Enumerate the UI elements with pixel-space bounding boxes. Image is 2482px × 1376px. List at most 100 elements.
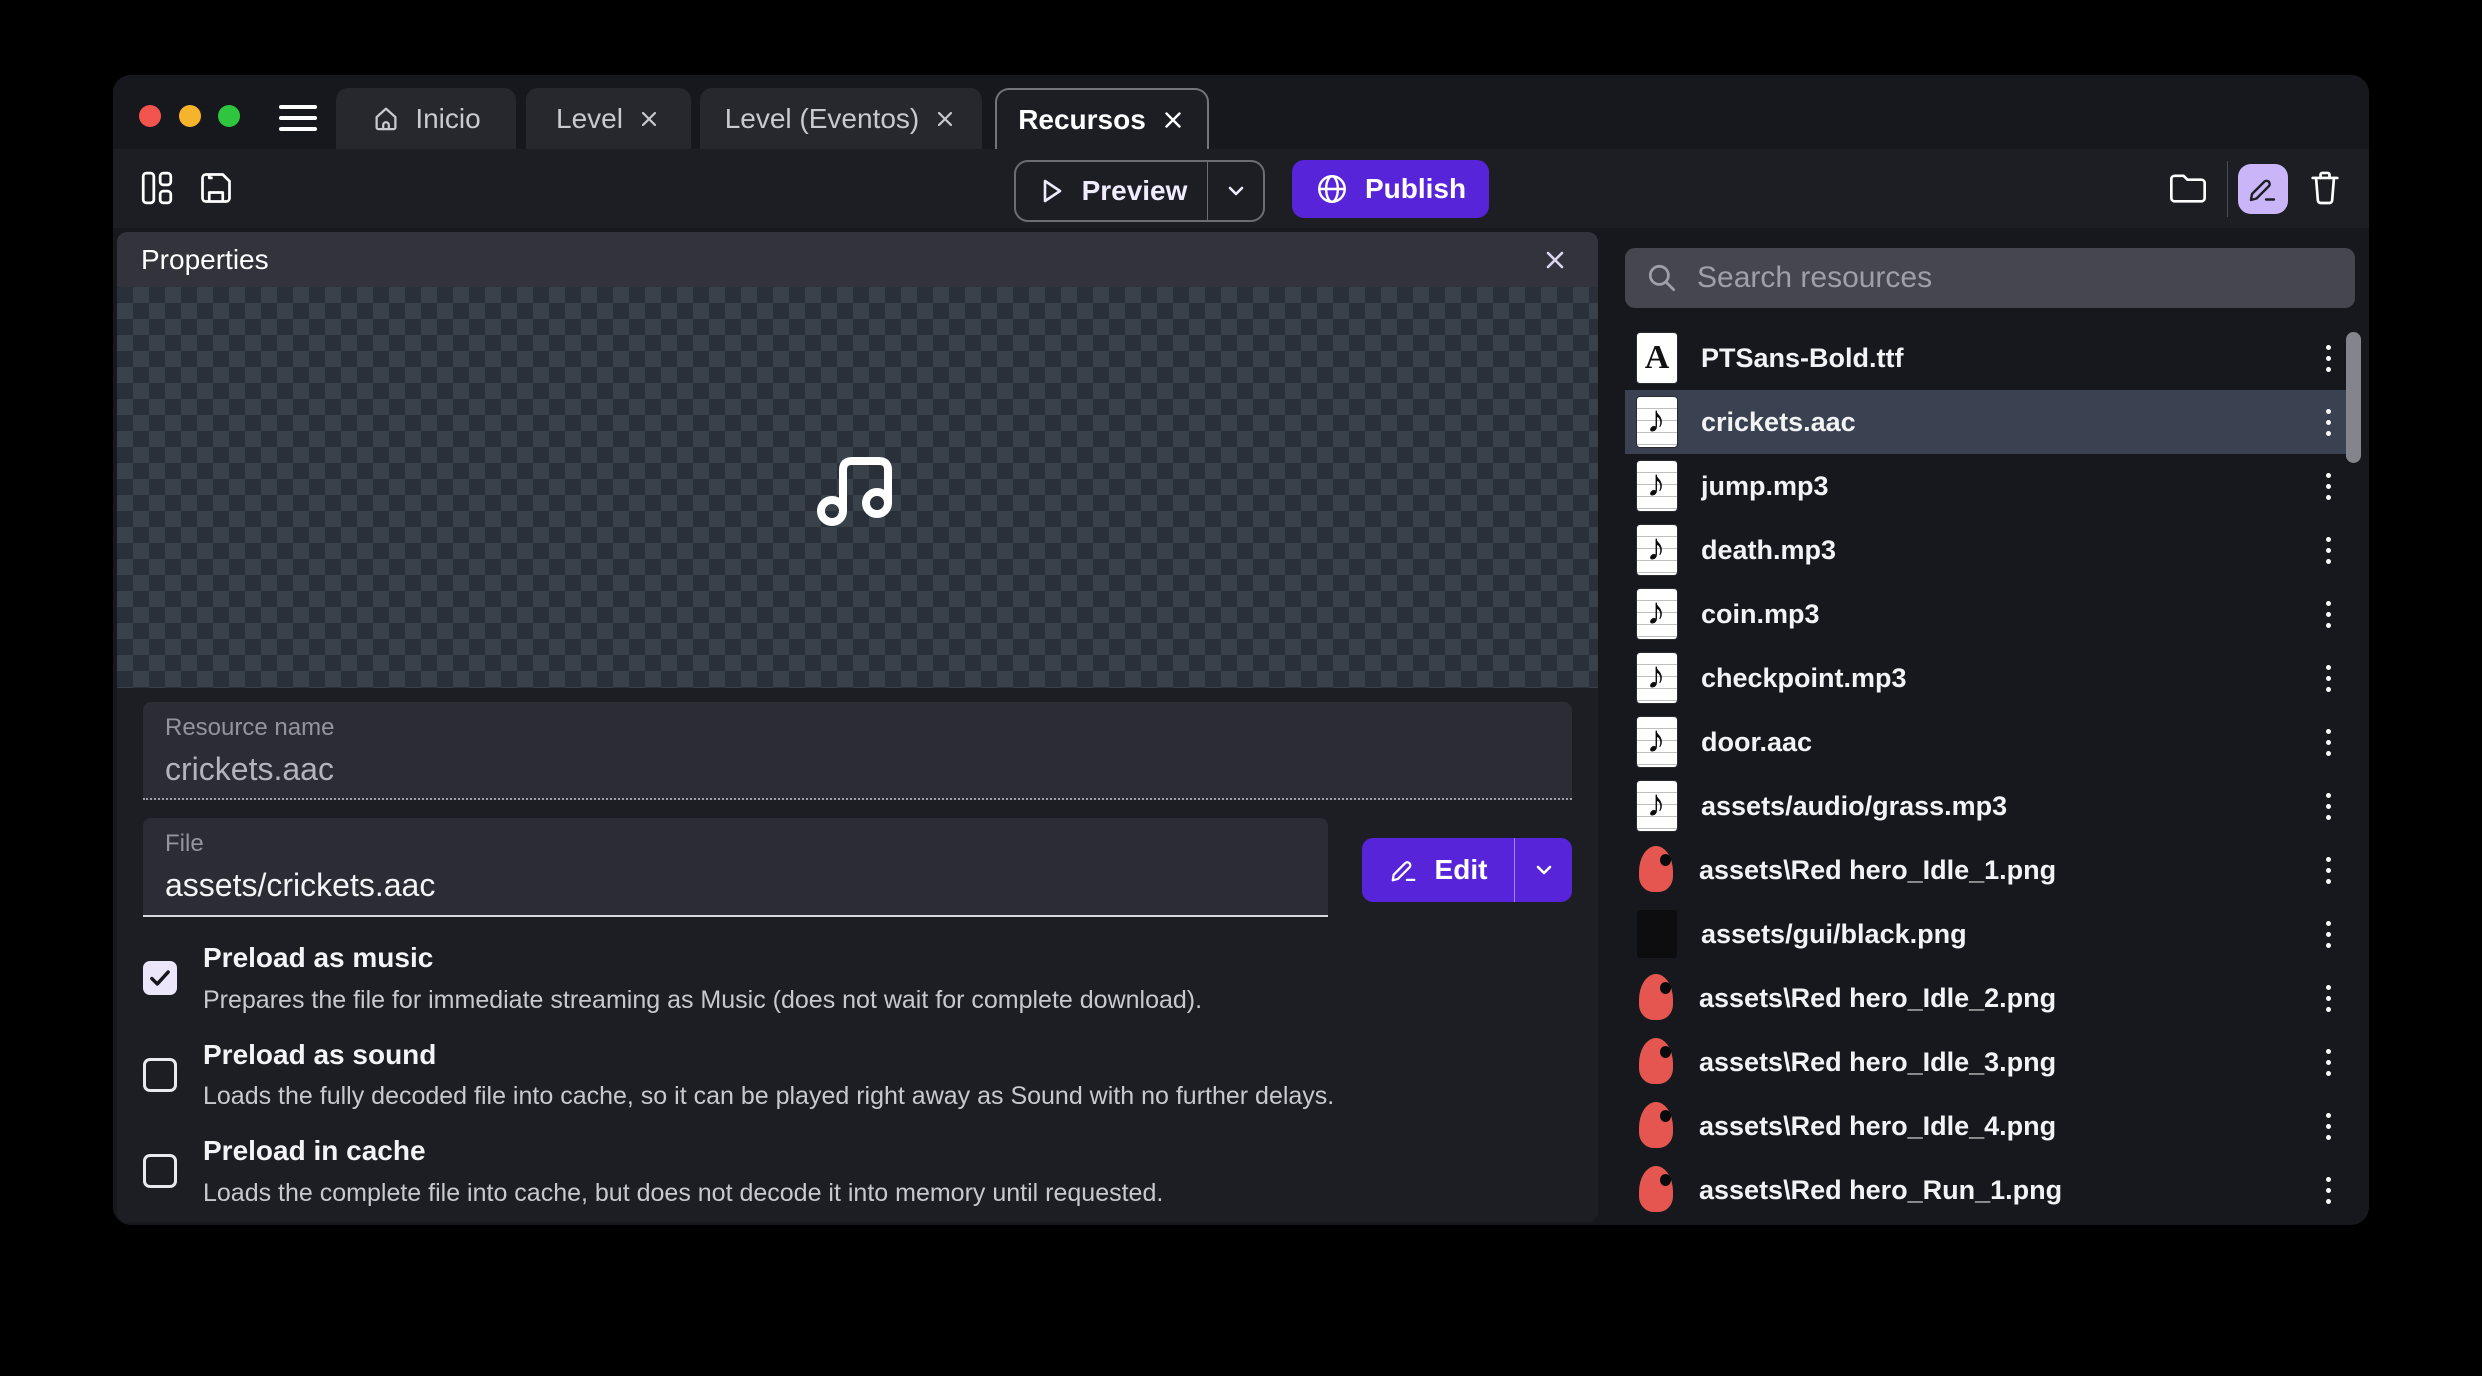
- close-panel-button[interactable]: [1536, 241, 1574, 279]
- resource-list-item[interactable]: assets/gui/black.png: [1625, 902, 2347, 966]
- image-file-icon: [1637, 845, 1675, 895]
- edit-file-button[interactable]: Edit: [1362, 838, 1514, 902]
- panel-title: Properties: [141, 244, 269, 276]
- resource-list-item[interactable]: ♪ jump.mp3: [1625, 454, 2347, 518]
- audio-file-icon: ♪: [1637, 781, 1677, 831]
- resource-context-menu-button[interactable]: [2311, 1104, 2345, 1148]
- file-field[interactable]: File assets/crickets.aac: [143, 818, 1328, 916]
- preload-music-row: Preload as music Prepares the file for i…: [143, 931, 1572, 1018]
- tab-recursos[interactable]: Recursos: [995, 88, 1209, 150]
- properties-panel: Properties Resource name crickets.aac Fi…: [117, 232, 1598, 1222]
- titlebar: Inicio Level Level (Eventos) Recursos: [113, 75, 2369, 149]
- resource-list-item[interactable]: ♪ door.aac: [1625, 710, 2347, 774]
- resource-name-label: Resource name: [165, 714, 1550, 742]
- resource-context-menu-button[interactable]: [2311, 528, 2345, 572]
- resource-context-menu-button[interactable]: [2311, 848, 2345, 892]
- open-project-manager-button[interactable]: [139, 169, 175, 207]
- audio-file-icon: ♪: [1637, 717, 1677, 767]
- image-file-icon: [1637, 910, 1677, 958]
- resource-context-menu-button[interactable]: [2311, 912, 2345, 956]
- publish-label: Publish: [1365, 173, 1466, 205]
- properties-panel-header: Properties: [117, 232, 1598, 287]
- trash-icon: [2307, 169, 2343, 207]
- tab-level-eventos[interactable]: Level (Eventos): [700, 88, 982, 149]
- preload-music-checkbox[interactable]: [143, 961, 177, 995]
- scrollbar-thumb[interactable]: [2346, 332, 2361, 463]
- delete-button[interactable]: [2306, 168, 2344, 208]
- resource-list-item[interactable]: assets\Red hero_Idle_4.png: [1625, 1094, 2347, 1158]
- preload-cache-checkbox[interactable]: [143, 1154, 177, 1188]
- window-zoom-button[interactable]: [218, 105, 240, 127]
- folder-icon: [2168, 170, 2208, 206]
- audio-file-icon: ♪: [1637, 589, 1677, 639]
- resource-context-menu-button[interactable]: [2311, 784, 2345, 828]
- tab-inicio[interactable]: Inicio: [336, 88, 516, 149]
- resource-context-menu-button[interactable]: [2311, 464, 2345, 508]
- app-window: Inicio Level Level (Eventos) Recursos: [113, 75, 2369, 1225]
- resource-list-item[interactable]: ♪ coin.mp3: [1625, 582, 2347, 646]
- globe-icon: [1315, 172, 1349, 206]
- resource-list-item[interactable]: assets\Red hero_Run_1.png: [1625, 1158, 2347, 1222]
- audio-file-icon: ♪: [1637, 525, 1677, 575]
- window-minimize-button[interactable]: [179, 105, 201, 127]
- audio-file-icon: ♪: [1637, 653, 1677, 703]
- toolbar-divider: [2227, 161, 2228, 217]
- resource-context-menu-button[interactable]: [2311, 1168, 2345, 1212]
- save-icon: [198, 170, 234, 206]
- resource-list-item[interactable]: ♪ checkpoint.mp3: [1625, 646, 2347, 710]
- resource-file-name: assets\Red hero_Idle_4.png: [1699, 1111, 2311, 1142]
- resources-sidebar: A PTSans-Bold.ttf ♪ crickets.aac ♪ jump.…: [1625, 228, 2363, 1225]
- tab-level[interactable]: Level: [526, 88, 691, 149]
- resource-context-menu-button[interactable]: [2311, 1040, 2345, 1084]
- resource-file-name: death.mp3: [1701, 535, 2311, 566]
- publish-button[interactable]: Publish: [1292, 160, 1489, 218]
- resource-preview-area: [117, 287, 1598, 688]
- edit-options-button[interactable]: [1514, 838, 1572, 902]
- resource-file-name: assets\Red hero_Run_1.png: [1699, 1175, 2311, 1206]
- resource-list-item[interactable]: ♪ assets/audio/grass.mp3: [1625, 774, 2347, 838]
- resource-list: A PTSans-Bold.ttf ♪ crickets.aac ♪ jump.…: [1625, 326, 2363, 1222]
- edit-split-button: Edit: [1362, 838, 1572, 902]
- edit-mode-button[interactable]: [2238, 164, 2288, 214]
- home-icon: [371, 104, 401, 134]
- resource-name-field[interactable]: Resource name crickets.aac: [143, 702, 1572, 800]
- resource-file-name: PTSans-Bold.ttf: [1701, 343, 2311, 374]
- resource-context-menu-button[interactable]: [2311, 720, 2345, 764]
- close-icon: [1540, 245, 1570, 275]
- file-explorer-button[interactable]: [2168, 170, 2208, 206]
- resource-context-menu-button[interactable]: [2311, 592, 2345, 636]
- tab-close-icon[interactable]: [1160, 107, 1186, 133]
- resource-file-name: checkpoint.mp3: [1701, 663, 2311, 694]
- tab-label: Inicio: [415, 103, 480, 135]
- image-file-icon: [1637, 1037, 1675, 1087]
- tab-close-icon[interactable]: [933, 107, 957, 131]
- preview-button[interactable]: Preview: [1016, 162, 1207, 220]
- main-menu-button[interactable]: [279, 105, 317, 131]
- resource-context-menu-button[interactable]: [2311, 400, 2345, 444]
- preview-options-button[interactable]: [1207, 162, 1263, 220]
- resource-context-menu-button[interactable]: [2311, 976, 2345, 1020]
- resource-list-item[interactable]: assets\Red hero_Idle_3.png: [1625, 1030, 2347, 1094]
- resource-list-item[interactable]: ♪ crickets.aac: [1625, 390, 2347, 454]
- resource-file-name: assets\Red hero_Idle_1.png: [1699, 855, 2311, 886]
- edit-label: Edit: [1435, 854, 1488, 886]
- tab-close-icon[interactable]: [637, 107, 661, 131]
- resource-list-item[interactable]: A PTSans-Bold.ttf: [1625, 326, 2347, 390]
- resource-context-menu-button[interactable]: [2311, 336, 2345, 380]
- image-file-icon: [1637, 973, 1675, 1023]
- save-button[interactable]: [197, 169, 235, 207]
- resource-list-item[interactable]: assets\Red hero_Idle_2.png: [1625, 966, 2347, 1030]
- preload-sound-checkbox[interactable]: [143, 1058, 177, 1092]
- search-input[interactable]: [1697, 248, 2355, 308]
- dashboard-icon: [140, 170, 174, 206]
- resource-file-name: jump.mp3: [1701, 471, 2311, 502]
- file-label: File: [165, 830, 1306, 858]
- resource-context-menu-button[interactable]: [2311, 656, 2345, 700]
- window-close-button[interactable]: [139, 105, 161, 127]
- font-file-icon: A: [1637, 333, 1677, 383]
- option-title: Preload as sound: [203, 1036, 1334, 1074]
- preload-cache-row: Preload in cache Loads the complete file…: [143, 1124, 1572, 1211]
- music-note-icon: [813, 446, 903, 530]
- resource-list-item[interactable]: assets\Red hero_Idle_1.png: [1625, 838, 2347, 902]
- resource-list-item[interactable]: ♪ death.mp3: [1625, 518, 2347, 582]
